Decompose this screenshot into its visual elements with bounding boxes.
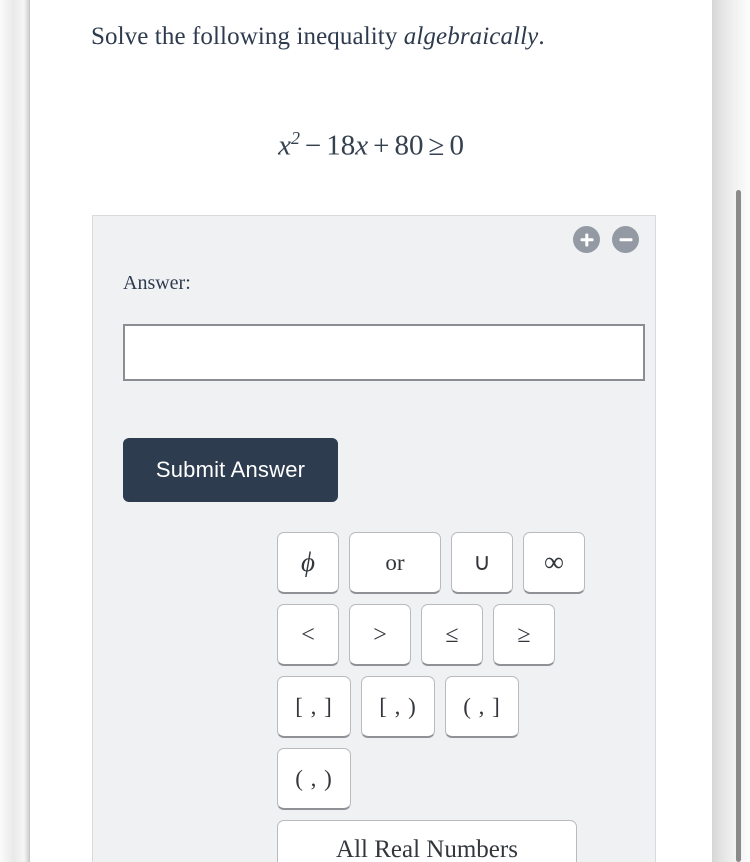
expr-variable: x: [278, 129, 291, 162]
page-content: Solve the following inequality algebraic…: [30, 0, 712, 862]
key-union[interactable]: ∪: [451, 532, 513, 594]
expr-relation: ≥: [428, 129, 445, 162]
key-infinity[interactable]: ∞: [523, 532, 585, 594]
zoom-out-icon[interactable]: [612, 226, 639, 253]
page-scrollbar-thumb[interactable]: [736, 190, 741, 862]
math-expression: x2−18x +80 ≥0: [30, 128, 712, 163]
submit-answer-button[interactable]: Submit Answer: [123, 438, 338, 502]
minus-bar-horizontal: [619, 237, 632, 242]
prompt-emphasis: algebraically: [403, 23, 539, 50]
page-root: Solve the following inequality algebraic…: [0, 0, 750, 862]
expr-variable-2: x: [355, 129, 369, 162]
prompt-text: Solve the following inequality: [91, 23, 404, 50]
math-keypad: ϕ or ∪ ∞ < > ≤ ≥ [ , ][ , )( , ] ( , ) All Real Nu…: [277, 532, 633, 862]
answer-panel: Answer: Submit Answer ϕ or ∪ ∞ < > ≤ ≥ [ , ][ , …: [92, 215, 656, 862]
expr-operator-minus: −: [304, 129, 322, 162]
answer-label: Answer:: [123, 272, 191, 294]
prompt-suffix: .: [538, 23, 545, 50]
panel-toolbar: [573, 226, 639, 253]
expr-rhs: 0: [449, 129, 464, 162]
key-or[interactable]: or: [349, 532, 441, 594]
zoom-in-icon[interactable]: [573, 226, 600, 253]
key-greater-than[interactable]: >: [349, 604, 411, 666]
key-open-closed-interval[interactable]: ( , ]: [445, 676, 519, 738]
expr-exponent: 2: [290, 128, 300, 148]
expr-operator-plus: +: [373, 129, 390, 162]
key-infinity-glyph: ∞: [544, 546, 564, 578]
key-open-interval[interactable]: ( , ): [277, 748, 351, 810]
key-phi-glyph: ϕ: [301, 547, 315, 577]
plus-bar-vertical: [584, 233, 589, 246]
key-all-real-numbers[interactable]: All Real Numbers: [277, 820, 577, 862]
window-left-edge: [0, 0, 30, 862]
key-less-than-or-equal[interactable]: ≤: [421, 604, 483, 666]
key-greater-than-or-equal[interactable]: ≥: [493, 604, 555, 666]
key-or-glyph: or: [385, 550, 405, 575]
question-prompt: Solve the following inequality algebraic…: [91, 20, 671, 54]
expr-coefficient: 18: [326, 129, 356, 162]
key-closed-interval[interactable]: [ , ]: [277, 676, 351, 738]
expr-constant: 80: [394, 129, 424, 162]
key-phi[interactable]: ϕ: [277, 532, 339, 594]
key-closed-open-interval[interactable]: [ , ): [361, 676, 435, 738]
window-right-edge: [712, 0, 750, 862]
key-less-than[interactable]: <: [277, 604, 339, 666]
answer-input[interactable]: [123, 324, 645, 381]
